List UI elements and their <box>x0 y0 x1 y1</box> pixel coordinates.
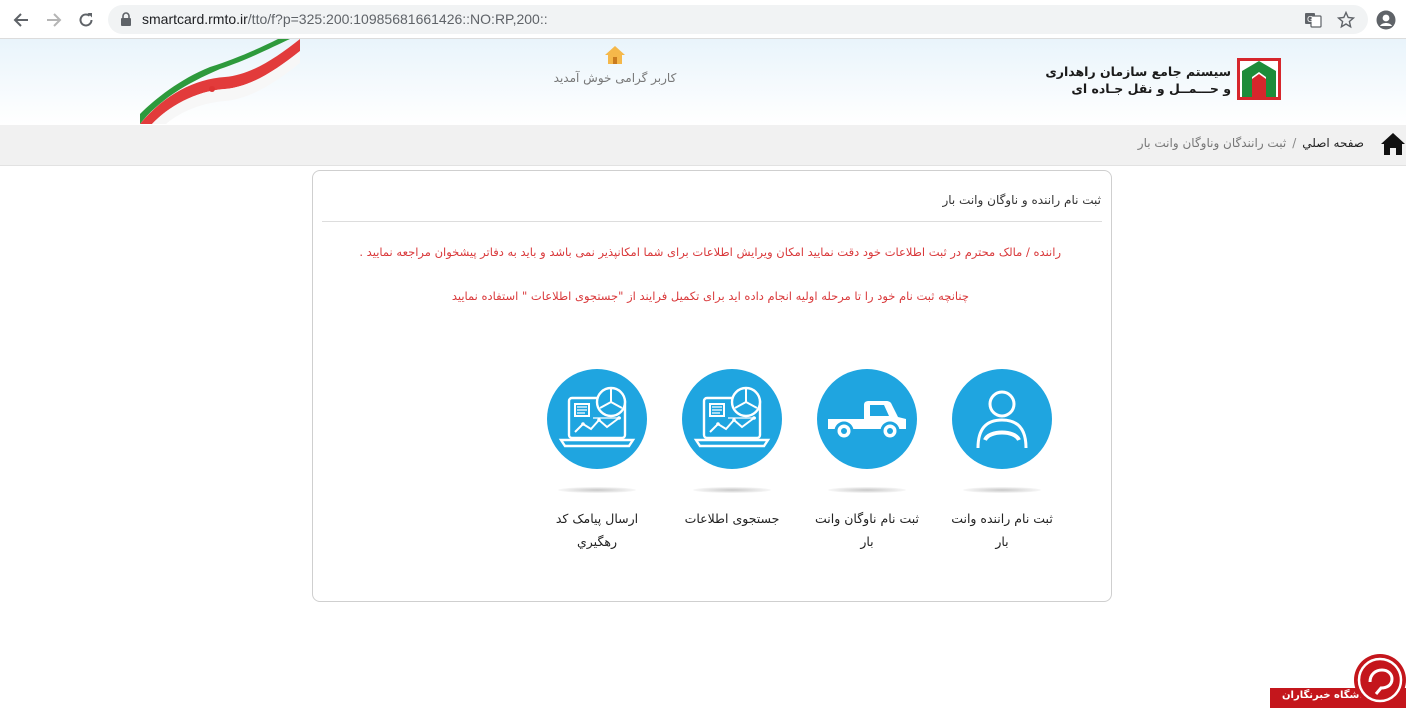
tile-search-circle[interactable] <box>682 369 782 469</box>
tile-send-tracking-sms[interactable]: ارسال پیامک کد رهگیري <box>537 369 657 553</box>
url-text: smartcard.rmto.ir/tto/f?p=325:200:109856… <box>142 11 548 27</box>
back-button[interactable] <box>8 7 34 33</box>
tile-driver-registration[interactable]: ثبت نام راننده وانت بار <box>942 369 1062 553</box>
watermark-logo <box>1354 654 1406 706</box>
tile-shadow <box>558 487 636 493</box>
welcome-box: کاربر گرامی خوش آمدید <box>540 45 690 85</box>
tile-fleet-circle[interactable] <box>817 369 917 469</box>
home-icon[interactable] <box>1380 132 1406 156</box>
registration-card: ثبت نام راننده و ناوگان وانت بار راننده … <box>312 170 1112 602</box>
address-bar[interactable]: smartcard.rmto.ir/tto/f?p=325:200:109856… <box>108 5 1368 34</box>
reload-button[interactable] <box>73 7 99 33</box>
site-header: کاربر گرامی خوش آمدید سیستم جامع سازمان … <box>0 39 1406 124</box>
tile-fleet-label[interactable]: ثبت نام ناوگان وانت بار <box>807 507 927 553</box>
tile-fleet-registration[interactable]: ثبت نام ناوگان وانت بار <box>807 369 927 553</box>
org-name-line1: سیستم جامع سازمان راهداری <box>1045 64 1231 79</box>
notice-search-hint: چنانچه ثبت نام خود را تا مرحله اولیه انج… <box>451 289 969 303</box>
iran-flag-image <box>140 39 300 124</box>
breadcrumb-trail: صفحه اصلي / ثبت رانندگان وناوگان وانت بار <box>1138 136 1364 150</box>
tile-shadow <box>828 487 906 493</box>
driver-icon <box>976 390 1028 449</box>
tile-shadow <box>963 487 1041 493</box>
reload-icon <box>79 13 93 27</box>
tile-sms-label[interactable]: ارسال پیامک کد رهگیري <box>537 507 657 553</box>
tile-shadow <box>693 487 771 493</box>
pickup-truck-icon <box>828 401 906 441</box>
laptop-chart-icon <box>693 386 771 448</box>
breadcrumb-separator: / <box>1292 136 1297 150</box>
welcome-text: کاربر گرامی خوش آمدید <box>553 71 677 85</box>
star-bookmark-icon[interactable] <box>1337 11 1355 29</box>
card-divider <box>322 221 1102 222</box>
tile-driver-circle[interactable] <box>952 369 1052 469</box>
browser-toolbar: smartcard.rmto.ir/tto/f?p=325:200:109856… <box>0 0 1406 39</box>
back-arrow-icon <box>13 13 28 27</box>
svg-text:G: G <box>1307 15 1313 24</box>
account-icon <box>1376 10 1396 30</box>
tile-driver-label[interactable]: ثبت نام راننده وانت بار <box>942 507 1062 553</box>
tile-search-info[interactable]: جستجوی اطلاعات <box>672 369 792 530</box>
lock-icon <box>121 12 131 26</box>
org-name-line2: و حـــمــل و نقل جـاده ای <box>1071 81 1231 96</box>
breadcrumb-home-link[interactable]: صفحه اصلي <box>1302 136 1364 150</box>
forward-button[interactable] <box>41 7 67 33</box>
profile-button[interactable] <box>1373 7 1399 33</box>
rmto-logo[interactable] <box>1236 57 1282 101</box>
org-name: سیستم جامع سازمان راهداری و حـــمــل و ن… <box>1045 63 1231 97</box>
forward-arrow-icon <box>47 13 62 27</box>
home-welcome-icon[interactable] <box>604 45 626 65</box>
tile-search-label[interactable]: جستجوی اطلاعات <box>672 507 792 530</box>
translate-icon[interactable]: G <box>1304 11 1322 29</box>
breadcrumb-current: ثبت رانندگان وناوگان وانت بار <box>1137 136 1287 150</box>
laptop-chart-icon <box>558 386 636 448</box>
notice-edit-warning: راننده / مالک محترم در ثبت اطلاعات خود د… <box>359 245 1061 259</box>
card-title: ثبت نام راننده و ناوگان وانت بار <box>942 193 1101 207</box>
tile-sms-circle[interactable] <box>547 369 647 469</box>
breadcrumb: صفحه اصلي / ثبت رانندگان وناوگان وانت بار <box>0 125 1406 166</box>
